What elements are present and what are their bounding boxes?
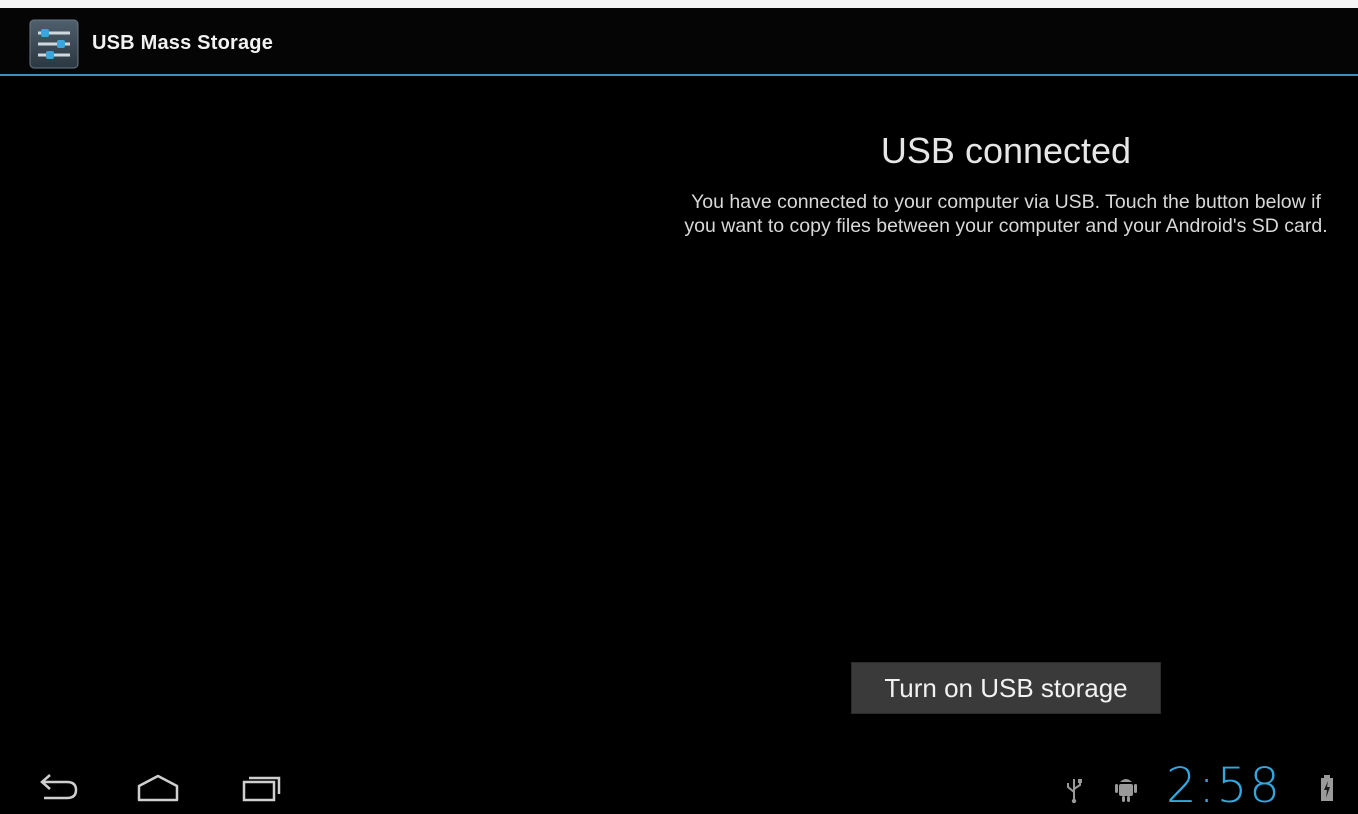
recent-apps-icon[interactable] [236, 770, 286, 804]
usb-connected-heading: USB connected [880, 130, 1132, 171]
usb-icon [1064, 776, 1084, 804]
battery-charging-icon [1320, 774, 1334, 802]
usb-connected-description: You have connected to your computer via … [684, 191, 1328, 237]
app-title: USB Mass Storage [92, 32, 274, 54]
settings-sliders-icon[interactable] [28, 18, 80, 70]
home-icon[interactable] [133, 770, 183, 804]
action-bar: USB Mass Storage [0, 8, 1358, 76]
back-icon[interactable] [34, 770, 84, 804]
window-top-strip [0, 0, 1358, 8]
turn-on-usb-storage-button[interactable]: Turn on USB storage [851, 662, 1161, 714]
usb-connected-panel: USB connected You have connected to your… [684, 130, 1328, 238]
status-clock[interactable]: 2:58 [1166, 762, 1282, 810]
android-debug-icon [1112, 774, 1140, 804]
